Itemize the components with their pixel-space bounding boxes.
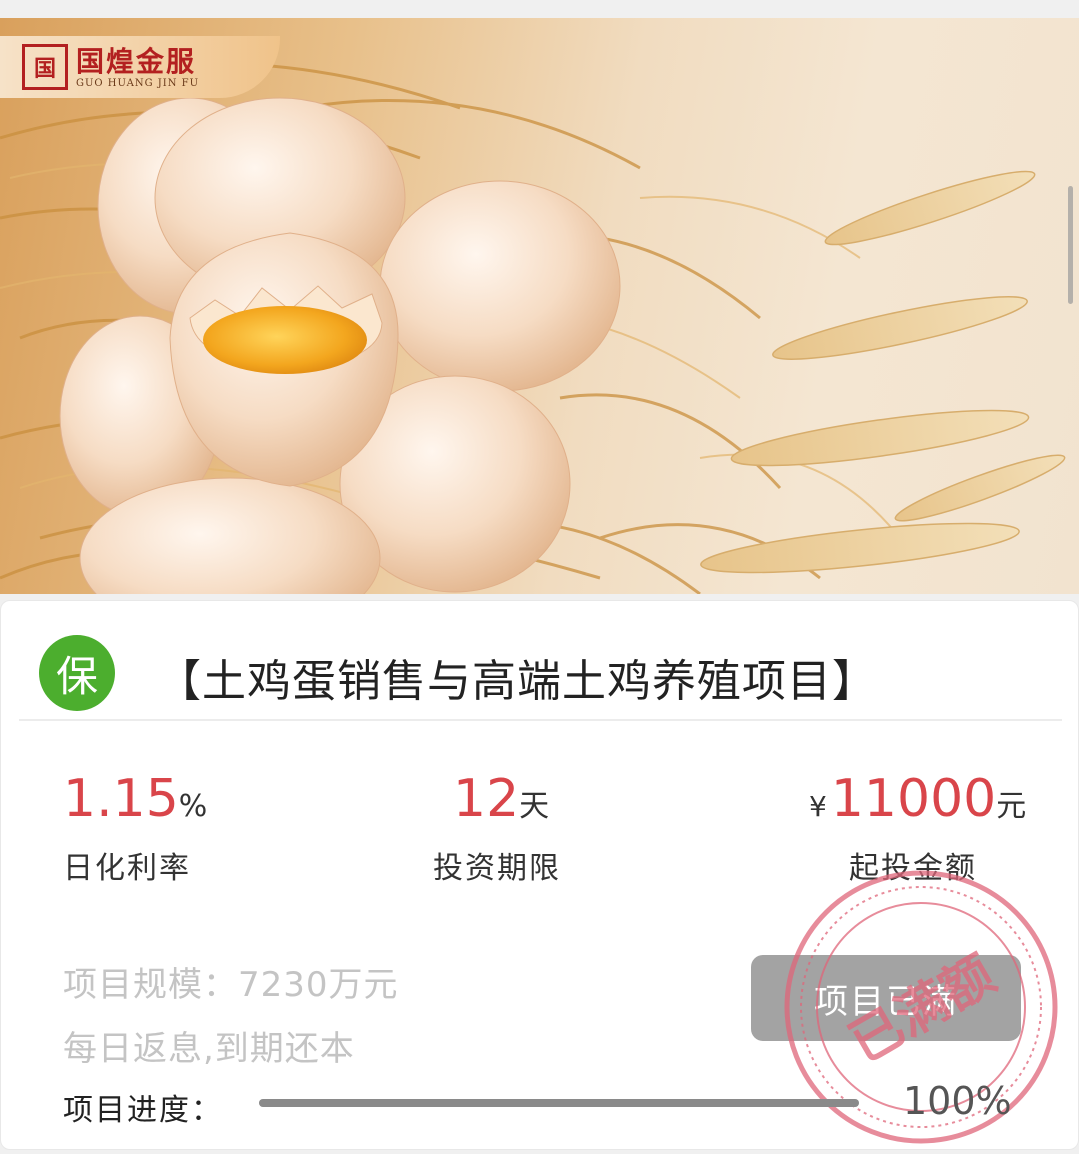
term-unit: 天 [519, 789, 550, 824]
guarantee-badge-icon: 保 [39, 635, 115, 711]
term-value: 12 [453, 769, 520, 829]
daily-rate-unit: % [178, 789, 208, 824]
currency-symbol: ¥ [809, 790, 827, 823]
min-amount-label: 起投金额 [849, 851, 977, 886]
min-amount-unit: 元 [996, 789, 1027, 824]
stat-min-investment: ¥11000元 起投金额 [809, 769, 1026, 887]
product-card[interactable]: 保 【土鸡蛋销售与高端土鸡养殖项目】 1.15% 日化利率 12天 投资期限 ¥… [0, 600, 1079, 1150]
hero-banner: 国 国煌金服 GUO HUANG JIN FU [0, 18, 1079, 594]
scrollbar-thumb[interactable] [1068, 186, 1073, 304]
product-title: 【土鸡蛋销售与高端土鸡养殖项目】 [157, 656, 877, 707]
repayment-method: 每日返息,到期还本 [63, 1029, 355, 1069]
progress-bar [259, 1099, 859, 1107]
project-full-button[interactable]: 项目已满 [751, 955, 1021, 1041]
term-label: 投资期限 [433, 851, 561, 886]
stat-investment-term: 12天 投资期限 [433, 769, 561, 887]
brand-pinyin: GUO HUANG JIN FU [76, 77, 200, 89]
project-scale: 项目规模：7230万元 [63, 965, 399, 1005]
brand-seal-icon: 国 [22, 44, 68, 90]
brand-name: 国煌金服 [76, 44, 197, 78]
daily-rate-label: 日化利率 [63, 851, 191, 886]
min-amount-value: 11000 [830, 769, 997, 829]
daily-rate-value: 1.15 [63, 769, 179, 829]
progress-label: 项目进度： [63, 1093, 223, 1128]
product-title-row: 保 【土鸡蛋销售与高端土鸡养殖项目】 [19, 629, 1062, 721]
progress-percent: 100% [903, 1079, 1012, 1123]
progress-bar-fill [259, 1099, 859, 1107]
brand-logo: 国 国煌金服 GUO HUANG JIN FU [0, 36, 280, 98]
stat-daily-rate: 1.15% 日化利率 [63, 769, 207, 887]
hero-image [0, 61, 1066, 594]
brand-text: 国煌金服 GUO HUANG JIN FU [76, 44, 200, 89]
